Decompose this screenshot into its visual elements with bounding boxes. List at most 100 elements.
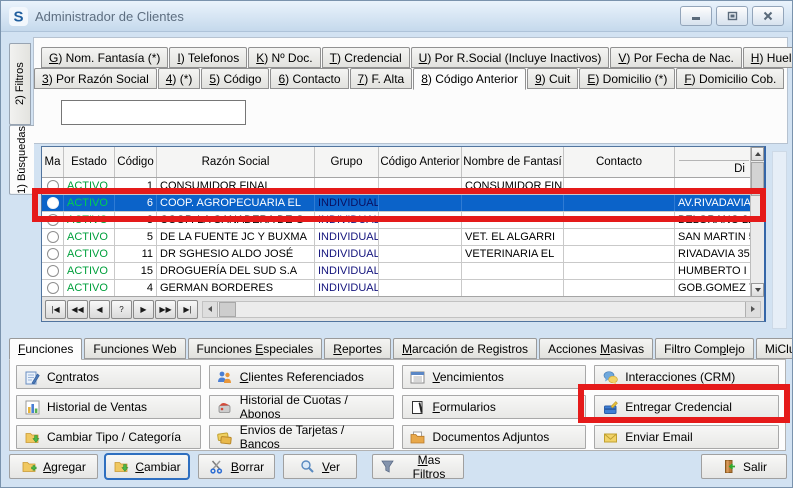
row-select-radio[interactable] bbox=[42, 212, 64, 228]
search-tab[interactable]: 5) Código bbox=[201, 68, 269, 89]
nav-button[interactable]: ◀ bbox=[89, 300, 110, 319]
search-tab[interactable]: K) Nº Doc. bbox=[248, 47, 320, 68]
nav-button[interactable]: ▶| bbox=[177, 300, 198, 319]
column-header-estado[interactable]: Estado bbox=[64, 147, 115, 177]
search-tab[interactable]: 3) Por Razón Social bbox=[34, 68, 157, 89]
function-button[interactable]: Entregar Credencial bbox=[594, 395, 779, 419]
table-row[interactable]: ACTIVO 3 COOP. LA GANADERA DE G INDIVIDU… bbox=[42, 212, 764, 229]
action-button[interactable]: Cambiar bbox=[105, 454, 189, 479]
function-tab[interactable]: Funciones Especiales bbox=[188, 338, 323, 359]
function-tab[interactable]: Marcación de Registros bbox=[393, 338, 537, 359]
radio-icon bbox=[47, 231, 59, 243]
function-button[interactable]: Vencimientos bbox=[402, 365, 587, 389]
search-tab[interactable]: 7) F. Alta bbox=[350, 68, 413, 89]
row-select-radio[interactable] bbox=[42, 178, 64, 194]
column-header-grupo[interactable]: Grupo bbox=[315, 147, 379, 177]
horizontal-scroll-thumb[interactable] bbox=[219, 302, 236, 317]
column-header-marca[interactable]: Ma bbox=[42, 147, 64, 177]
search-tab[interactable]: 9) Cuit bbox=[527, 68, 578, 89]
function-button-label: Vencimientos bbox=[433, 370, 504, 384]
nav-button[interactable]: ▶ bbox=[133, 300, 154, 319]
search-tab[interactable]: V) Por Fecha de Nac. bbox=[610, 47, 741, 68]
table-row[interactable]: ACTIVO 4 GERMAN BORDERES INDIVIDUAL GOB.… bbox=[42, 280, 764, 297]
function-button-label: Formularios bbox=[433, 400, 496, 414]
function-button[interactable]: Cambiar Tipo / Categoría bbox=[16, 425, 201, 449]
scroll-left-arrow-icon[interactable] bbox=[203, 302, 218, 317]
table-row[interactable]: ACTIVO 6 COOP. AGROPECUARIA EL INDIVIDUA… bbox=[42, 195, 764, 212]
function-button[interactable]: Enviar Email bbox=[594, 425, 779, 449]
row-select-radio[interactable] bbox=[42, 246, 64, 262]
search-tab[interactable]: 8) Código Anterior bbox=[413, 68, 526, 90]
cell-grupo: INDIVIDUAL bbox=[315, 195, 379, 211]
function-button[interactable]: Interacciones (CRM) bbox=[594, 365, 779, 389]
function-tab[interactable]: Funciones Web bbox=[84, 338, 185, 359]
nav-button[interactable]: |◀ bbox=[45, 300, 66, 319]
action-button[interactable]: Agregar bbox=[9, 454, 98, 479]
search-tab[interactable]: G) Nom. Fantasía (*) bbox=[41, 47, 168, 68]
row-select-radio[interactable] bbox=[42, 263, 64, 279]
function-button[interactable]: Formularios bbox=[402, 395, 587, 419]
search-tab[interactable]: F) Domicilio Cob. bbox=[676, 68, 784, 89]
function-tab[interactable]: Reportes bbox=[324, 338, 391, 359]
scroll-up-arrow-icon[interactable] bbox=[751, 147, 764, 161]
nav-button[interactable]: ▶▶ bbox=[155, 300, 176, 319]
function-button[interactable]: Contratos bbox=[16, 365, 201, 389]
action-button[interactable]: Mas Filtros bbox=[372, 454, 464, 479]
function-tab[interactable]: Acciones Masivas bbox=[539, 338, 653, 359]
cell-contacto bbox=[564, 229, 675, 245]
nav-button[interactable]: ◀◀ bbox=[67, 300, 88, 319]
search-tab[interactable]: I) Telefonos bbox=[169, 47, 247, 68]
clients-table: Ma Estado Código Razón Social Grupo Códi… bbox=[41, 146, 766, 322]
cell-codigo-anterior bbox=[379, 212, 462, 228]
record-navigator: |◀ ◀◀ ◀ ? ▶ ▶▶ ▶| bbox=[42, 296, 764, 321]
titlebar[interactable]: S Administrador de Clientes bbox=[1, 1, 792, 32]
scroll-down-arrow-icon[interactable] bbox=[751, 283, 764, 297]
minimize-button[interactable] bbox=[680, 6, 712, 26]
action-button-label: Mas Filtros bbox=[401, 453, 457, 481]
radio-icon bbox=[47, 180, 59, 192]
function-button[interactable]: Clientes Referenciados bbox=[209, 365, 394, 389]
horizontal-scrollbar[interactable] bbox=[202, 301, 761, 318]
table-row[interactable]: ACTIVO 11 DR SGHESIO ALDO JOSÉ INDIVIDUA… bbox=[42, 246, 764, 263]
column-header-codigo[interactable]: Código bbox=[115, 147, 157, 177]
vertical-scrollbar[interactable] bbox=[750, 147, 764, 297]
column-header-codigo-anterior[interactable]: Código Anterior bbox=[379, 147, 462, 177]
function-button[interactable]: Envios de Tarjetas / Bancos bbox=[209, 425, 394, 449]
column-header-razon-social[interactable]: Razón Social bbox=[157, 147, 315, 177]
column-header-nombre-fantasia[interactable]: Nombre de Fantasí bbox=[462, 147, 564, 177]
radio-icon bbox=[47, 265, 59, 277]
search-input[interactable] bbox=[61, 100, 246, 125]
side-tab[interactable]: 2) Filtros bbox=[9, 43, 31, 125]
search-tab[interactable]: 4) (*) bbox=[158, 68, 201, 89]
side-tab[interactable]: 1) Búsquedas bbox=[9, 125, 34, 195]
search-tab[interactable]: T) Credencial bbox=[322, 47, 410, 68]
function-button[interactable]: Historial de Ventas bbox=[16, 395, 201, 419]
search-tab[interactable]: 6) Contacto bbox=[270, 68, 348, 89]
function-tab[interactable]: Funciones bbox=[9, 338, 82, 360]
cell-contacto bbox=[564, 212, 675, 228]
row-select-radio[interactable] bbox=[42, 195, 64, 211]
function-tab[interactable]: MiClub.info bbox=[756, 338, 793, 359]
vertical-scroll-thumb[interactable] bbox=[751, 162, 764, 196]
close-button[interactable] bbox=[752, 6, 784, 26]
search-tab[interactable]: E) Domicilio (*) bbox=[579, 68, 675, 89]
row-select-radio[interactable] bbox=[42, 280, 64, 296]
table-row[interactable]: ACTIVO 1 CONSUMIDOR FINAL CONSUMIDOR FIN bbox=[42, 178, 764, 195]
search-tab[interactable]: U) Por R.Social (Incluye Inactivos) bbox=[411, 47, 610, 68]
row-select-radio[interactable] bbox=[42, 229, 64, 245]
nav-button[interactable]: ? bbox=[111, 300, 132, 319]
cell-estado: ACTIVO bbox=[64, 178, 115, 194]
search-tab[interactable]: H) Huella Dactilar bbox=[743, 47, 793, 68]
action-button[interactable]: Borrar bbox=[198, 454, 275, 479]
radio-icon bbox=[47, 197, 59, 209]
table-row[interactable]: ACTIVO 5 DE LA FUENTE JC Y BUXMA INDIVID… bbox=[42, 229, 764, 246]
function-button[interactable]: Historial de Cuotas / Abonos bbox=[209, 395, 394, 419]
scroll-right-arrow-icon[interactable] bbox=[745, 302, 760, 317]
column-header-contacto[interactable]: Contacto bbox=[564, 147, 675, 177]
exit-button[interactable]: Salir bbox=[701, 454, 787, 479]
action-button[interactable]: Ver bbox=[283, 454, 357, 479]
restore-button[interactable] bbox=[716, 6, 748, 26]
table-row[interactable]: ACTIVO 15 DROGUERÍA DEL SUD S.A INDIVIDU… bbox=[42, 263, 764, 280]
function-button[interactable]: Documentos Adjuntos bbox=[402, 425, 587, 449]
function-tab[interactable]: Filtro Complejo bbox=[655, 338, 754, 359]
